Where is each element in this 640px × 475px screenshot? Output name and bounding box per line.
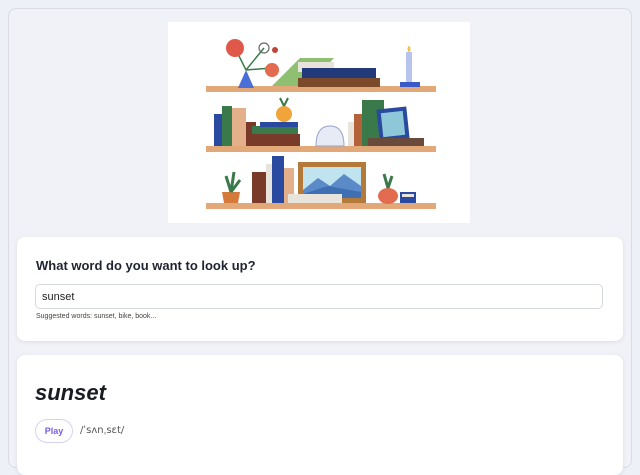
suggested-words: Suggested words: sunset, bike, book... <box>36 313 157 320</box>
search-question: What word do you want to look up? <box>36 258 256 273</box>
play-button[interactable]: Play <box>35 419 73 443</box>
bookshelf-illustration <box>168 22 470 223</box>
result-card: sunset Play /ˈsʌnˌsɛt/ <box>17 355 623 475</box>
phonetic-text: /ˈsʌnˌsɛt/ <box>80 425 125 436</box>
search-card: What word do you want to look up? Sugges… <box>17 237 623 341</box>
search-input[interactable] <box>35 284 603 309</box>
result-word: sunset <box>35 380 106 405</box>
